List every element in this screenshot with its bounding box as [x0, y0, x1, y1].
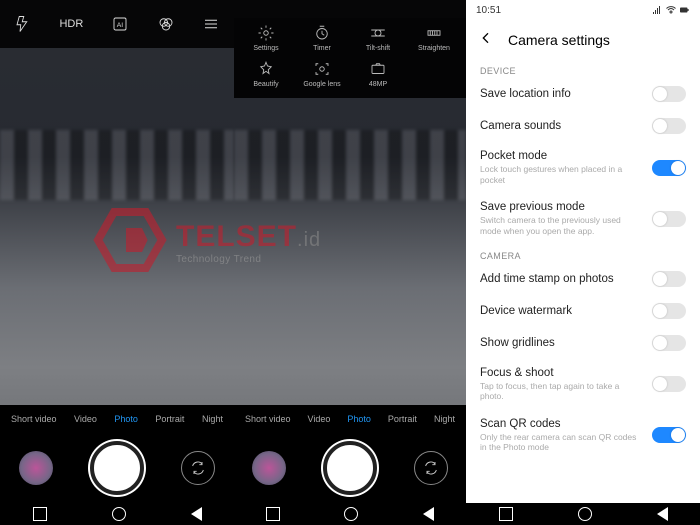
capture-controls — [234, 433, 466, 503]
row-device-watermark[interactable]: Device watermark — [466, 295, 700, 327]
mode-night[interactable]: Night — [431, 414, 458, 424]
status-time: 10:51 — [476, 5, 501, 16]
row-save-location[interactable]: Save location info — [466, 78, 700, 110]
mode-photo[interactable]: Photo — [111, 414, 141, 424]
gallery-thumbnail[interactable] — [252, 451, 286, 485]
option-beautify[interactable]: Beautify — [238, 60, 294, 88]
gallery-thumbnail[interactable] — [19, 451, 53, 485]
mode-short-video[interactable]: Short video — [8, 414, 60, 424]
android-navbar — [466, 503, 700, 525]
back-icon[interactable] — [478, 30, 494, 51]
ai-toggle[interactable]: AI — [111, 15, 129, 33]
mode-portrait[interactable]: Portrait — [152, 414, 187, 424]
toggle-save-location[interactable] — [652, 86, 686, 102]
camera-options-panel: Settings Timer Tilt-shift Straighten Bea… — [234, 18, 466, 98]
top-bar: HDR AI — [0, 0, 234, 48]
mode-night[interactable]: Night — [199, 414, 226, 424]
toggle-focus-shoot[interactable] — [652, 376, 686, 392]
menu-icon[interactable] — [202, 15, 220, 33]
settings-screen: 10:51 Camera settings DEVICE Save locati… — [466, 0, 700, 525]
mode-video[interactable]: Video — [305, 414, 334, 424]
camera-screen-1: HDR AI Short video Video Photo Portrait … — [0, 0, 234, 525]
shutter-button[interactable] — [323, 441, 377, 495]
top-bar-collapsed — [234, 0, 466, 18]
recents-button[interactable] — [499, 507, 513, 521]
flash-icon[interactable] — [14, 15, 32, 33]
battery-icon — [680, 5, 690, 15]
recents-button[interactable] — [266, 507, 280, 521]
mode-portrait[interactable]: Portrait — [385, 414, 420, 424]
mode-strip[interactable]: Short video Video Photo Portrait Night — [234, 405, 466, 433]
wifi-icon — [666, 5, 676, 15]
page-title: Camera settings — [508, 32, 610, 48]
toggle-camera-sounds[interactable] — [652, 118, 686, 134]
section-camera: CAMERA — [466, 245, 700, 263]
toggle-gridlines[interactable] — [652, 335, 686, 351]
home-button[interactable] — [112, 507, 126, 521]
capture-controls — [0, 433, 234, 503]
row-time-stamp[interactable]: Add time stamp on photos — [466, 263, 700, 295]
option-48mp[interactable]: 48MP — [350, 60, 406, 88]
switch-camera-button[interactable] — [181, 451, 215, 485]
toggle-pocket-mode[interactable] — [652, 160, 686, 176]
toggle-scan-qr[interactable] — [652, 427, 686, 443]
switch-camera-button[interactable] — [414, 451, 448, 485]
filter-icon[interactable] — [157, 15, 175, 33]
option-straighten[interactable]: Straighten — [406, 24, 462, 52]
settings-header: Camera settings — [466, 20, 700, 60]
home-button[interactable] — [578, 507, 592, 521]
android-navbar — [234, 503, 466, 525]
row-pocket-mode[interactable]: Pocket modeLock touch gestures when plac… — [466, 142, 700, 193]
mode-photo[interactable]: Photo — [344, 414, 374, 424]
status-bar: 10:51 — [466, 0, 700, 20]
row-focus-shoot[interactable]: Focus & shootTap to focus, then tap agai… — [466, 359, 700, 410]
shutter-button[interactable] — [90, 441, 144, 495]
mode-short-video[interactable]: Short video — [242, 414, 294, 424]
section-device: DEVICE — [466, 60, 700, 78]
row-camera-sounds[interactable]: Camera sounds — [466, 110, 700, 142]
option-timer[interactable]: Timer — [294, 24, 350, 52]
mode-video[interactable]: Video — [71, 414, 100, 424]
toggle-time-stamp[interactable] — [652, 271, 686, 287]
mode-strip[interactable]: Short video Video Photo Portrait Night — [0, 405, 234, 433]
camera-screen-2: Settings Timer Tilt-shift Straighten Bea… — [234, 0, 466, 525]
back-button[interactable] — [191, 507, 202, 521]
toggle-device-watermark[interactable] — [652, 303, 686, 319]
back-button[interactable] — [423, 507, 434, 521]
row-gridlines[interactable]: Show gridlines — [466, 327, 700, 359]
svg-text:AI: AI — [117, 22, 124, 29]
back-button[interactable] — [657, 507, 668, 521]
row-scan-qr[interactable]: Scan QR codesOnly the rear camera can sc… — [466, 410, 700, 461]
recents-button[interactable] — [33, 507, 47, 521]
option-settings[interactable]: Settings — [238, 24, 294, 52]
option-tilt-shift[interactable]: Tilt-shift — [350, 24, 406, 52]
row-save-previous-mode[interactable]: Save previous modeSwitch camera to the p… — [466, 193, 700, 244]
home-button[interactable] — [344, 507, 358, 521]
signal-icon — [652, 5, 662, 15]
option-google-lens[interactable]: Google lens — [294, 60, 350, 88]
toggle-save-previous-mode[interactable] — [652, 211, 686, 227]
android-navbar — [0, 503, 234, 525]
hdr-toggle[interactable]: HDR — [59, 18, 83, 30]
